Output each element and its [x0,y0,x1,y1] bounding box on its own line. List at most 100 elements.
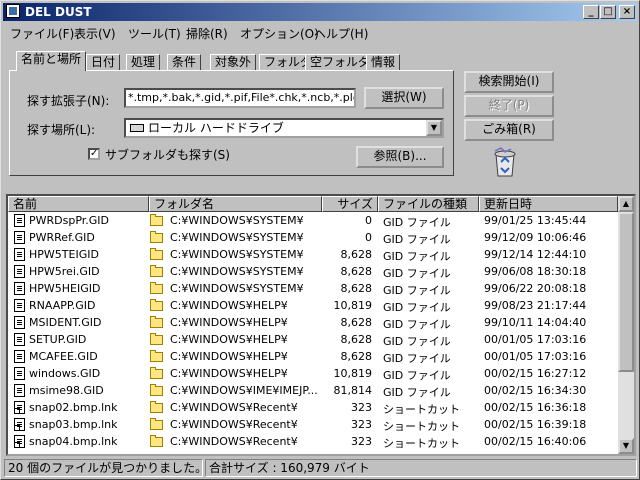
file-icon [14,299,25,312]
modified-date: 00/02/15 16:27:12 [484,367,587,380]
file-name: PWRRef.GID [29,231,95,244]
close-button[interactable]: × [619,5,635,19]
folder-icon [150,367,163,379]
folder-icon [150,248,163,260]
table-row[interactable]: msime98.GID C:¥WINDOWS¥IME¥IMEJP... 81,814… [8,383,618,400]
file-icon [14,214,25,227]
table-row[interactable]: RNAAPP.GID C:¥WINDOWS¥HELP¥ 10,819 GID ファイル… [8,298,618,315]
menu-options[interactable]: オプション(O) [240,25,319,42]
file-icon [14,316,25,329]
tab-info[interactable]: 情報 [366,54,401,71]
file-name: MSIDENT.GID [29,316,102,329]
table-row[interactable]: snap04.bmp.lnk C:¥WINDOWS¥Recent¥ 323 ショートカ… [8,434,618,451]
folder-icon [150,316,163,328]
modified-date: 99/06/22 20:08:18 [484,282,587,295]
trash-button[interactable]: ごみ箱(R) [464,119,554,141]
subfolder-checkbox[interactable]: ✓ [88,148,100,160]
folder-path: C:¥WINDOWS¥Recent¥ [170,418,298,431]
location-select[interactable]: ローカル ハードドライブ ▼ [124,118,444,138]
file-icon [14,367,25,380]
shortcut-file-icon [14,418,25,431]
extension-label: 探す拡張子(N): [27,94,110,108]
file-size: 10,819 [333,299,373,312]
table-row[interactable]: HPW5TEIGID C:¥WINDOWS¥SYSTEM¥ 8,628 GID ファイ… [8,247,618,264]
vertical-scrollbar[interactable]: ▲ ▼ [618,196,634,454]
column-header-name[interactable]: 名前 [8,196,149,212]
file-name: msime98.GID [29,384,104,397]
file-size: 8,628 [340,316,373,329]
table-row[interactable]: MSIDENT.GID C:¥WINDOWS¥HELP¥ 8,628 GID ファイル… [8,315,618,332]
column-header-folder[interactable]: フォルダ名 [149,196,322,212]
table-row[interactable]: windows.GID C:¥WINDOWS¥HELP¥ 10,819 GID ファイ… [8,366,618,383]
table-row[interactable]: PWRRef.GID C:¥WINDOWS¥SYSTEM¥ 0 GID ファイル 99/… [8,230,618,247]
folder-icon [150,282,163,294]
select-button[interactable]: 選択(W) [364,87,444,109]
app-icon[interactable] [6,4,20,18]
recycle-bin-icon[interactable] [491,146,519,178]
tab-exclude[interactable]: 対象外 [210,54,257,71]
file-type: GID ファイル [383,301,451,314]
menu-help[interactable]: ヘルプ(H) [314,25,368,42]
extension-input[interactable]: *.tmp,*.bak,*.gid,*.pif,File*.chk,*.ncb,… [124,88,356,108]
modified-date: 00/01/05 17:03:16 [484,333,587,346]
folder-path: C:¥WINDOWS¥SYSTEM¥ [170,265,304,278]
table-row[interactable]: PWRDspPr.GID C:¥WINDOWS¥SYSTEM¥ 0 GID ファイル 9… [8,213,618,230]
table-row[interactable]: snap03.bmp.lnk C:¥WINDOWS¥Recent¥ 323 ショートカ… [8,417,618,434]
chevron-down-icon[interactable]: ▼ [426,120,442,136]
stop-button[interactable]: 終了(P) [464,95,554,117]
modified-date: 99/08/23 21:17:44 [484,299,587,312]
start-search-button[interactable]: 検索開始(I) [464,71,554,93]
tab-date[interactable]: 日付 [86,54,121,71]
modified-date: 00/02/15 16:34:30 [484,384,587,397]
table-row[interactable]: HPW5rei.GID C:¥WINDOWS¥SYSTEM¥ 8,628 GID ファ… [8,264,618,281]
file-name: snap03.bmp.lnk [29,418,118,431]
file-icon [14,333,25,346]
file-size: 323 [351,401,372,414]
folder-icon [150,384,163,396]
file-list[interactable]: 名前 フォルダ名 サイズ ファイルの種類 更新日時 PWRDspPr.GID C:… [6,194,636,456]
folder-icon [150,418,163,430]
column-header-date[interactable]: 更新日時 [479,196,618,212]
tab-empty-folder[interactable]: 空フォルダ [305,54,376,71]
tab-process[interactable]: 処理 [126,54,161,71]
column-header-type[interactable]: ファイルの種類 [378,196,479,212]
table-row[interactable]: SETUP.GID C:¥WINDOWS¥HELP¥ 8,628 GID ファイル 00… [8,332,618,349]
folder-icon [150,435,163,447]
file-size: 8,628 [340,333,373,346]
column-header-size[interactable]: サイズ [322,196,378,212]
menu-view[interactable]: 表示(V) [74,25,116,42]
browse-button[interactable]: 参照(B)... [356,146,444,168]
modified-date: 99/12/14 12:44:10 [484,248,587,261]
menu-bar: ファイル(F) 表示(V) ツール(T) 掃除(R) オプション(O) ヘルプ(… [3,22,637,41]
menu-clean[interactable]: 掃除(R) [186,25,228,42]
minimize-button[interactable]: _ [583,5,599,19]
file-type: GID ファイル [383,250,451,263]
modified-date: 00/02/15 16:40:06 [484,435,587,448]
menu-tools[interactable]: ツール(T) [128,25,181,42]
scroll-thumb[interactable] [618,212,634,372]
file-size: 8,628 [340,265,373,278]
table-row[interactable]: MCAFEE.GID C:¥WINDOWS¥HELP¥ 8,628 GID ファイル 0… [8,349,618,366]
table-row[interactable]: HPW5HEIGID C:¥WINDOWS¥SYSTEM¥ 8,628 GID ファイ… [8,281,618,298]
file-size: 323 [351,435,372,448]
table-row[interactable]: snap02.bmp.lnk C:¥WINDOWS¥Recent¥ 323 ショートカ… [8,400,618,417]
menu-file[interactable]: ファイル(F) [10,25,74,42]
file-name: snap02.bmp.lnk [29,401,118,414]
tab-condition[interactable]: 条件 [167,54,202,71]
maximize-button[interactable]: □ [600,5,616,19]
drive-icon [130,124,144,132]
location-label: 探す場所(L): [27,123,96,137]
tab-name-location[interactable]: 名前と場所 [16,51,87,71]
status-count: 20 個のファイルが見つかりました。 [4,459,203,477]
subfolder-label[interactable]: サブフォルダも探す(S) [105,146,230,163]
modified-date: 99/06/08 18:30:18 [484,265,587,278]
title-bar[interactable]: DEL DUST _ □ × [3,3,637,21]
folder-icon [150,401,163,413]
folder-path: C:¥WINDOWS¥HELP¥ [170,333,288,346]
file-size: 8,628 [340,248,373,261]
file-size: 0 [365,214,372,227]
shortcut-file-icon [14,401,25,414]
scroll-up-icon[interactable]: ▲ [618,196,634,212]
app-window: DEL DUST _ □ × ファイル(F) 表示(V) ツール(T) 掃除(R… [0,0,640,480]
scroll-down-icon[interactable]: ▼ [618,438,634,454]
